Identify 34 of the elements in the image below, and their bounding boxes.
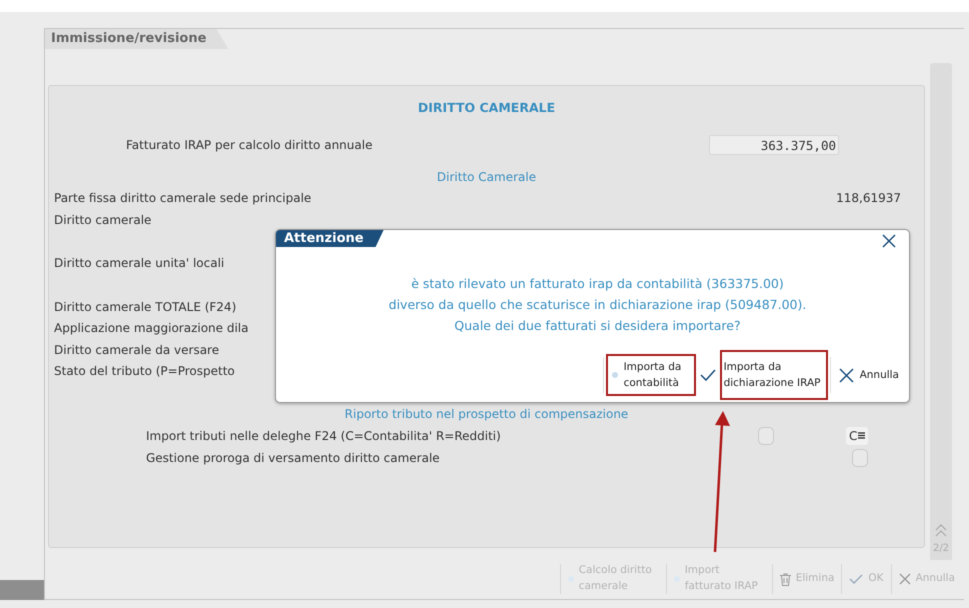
select-field[interactable]: C: [846, 426, 868, 444]
close-icon: [898, 573, 911, 585]
field-label: Diritto camerale da versare: [54, 342, 220, 358]
field-label: Stato del tributo (P=Prospetto: [54, 363, 235, 380]
dialog-message: è stato rilevato un fatturato irap da contabilità (363375.00) diverso da quello che scaturisce in dichiarazione irap (509487.00). Quale dei due fatturati si desidera importare?: [388, 275, 808, 335]
section-subtitle: Diritto Camerale: [436, 170, 538, 186]
close-icon[interactable]: [882, 234, 896, 248]
section-title: DIRITTO CAMERALE: [416, 100, 556, 116]
field-label: Diritto camerale TOTALE (F24): [54, 298, 236, 316]
check-icon[interactable]: [700, 368, 716, 382]
option-label: Import tributi nelle deleghe F24 (C=Contabilita' R=Redditi): [146, 428, 502, 442]
form-tab[interactable]: Immissione/revisione: [45, 29, 228, 49]
revenue-field[interactable]: 363.375,00: [709, 135, 839, 155]
dialog-title: Attenzione: [276, 230, 384, 247]
dialog-button[interactable]: Annulla: [832, 354, 905, 396]
trash-icon: [780, 572, 791, 586]
dialog-button[interactable]: Importa da dichiarazione IRAP: [720, 350, 828, 400]
check-icon: [849, 574, 864, 584]
dot-icon: [612, 372, 618, 378]
double-chevron-up-icon[interactable]: [935, 524, 947, 537]
checkbox[interactable]: [758, 426, 774, 444]
option-label: Gestione proroga di versamento diritto camerale: [146, 450, 441, 464]
field-label: Fatturato IRAP per calcolo diritto annuale: [126, 138, 374, 152]
field-label: Diritto camerale unita' locali: [54, 255, 224, 272]
list-icon: [858, 432, 866, 439]
section-subtitle: Riporto tributo nel prospetto di compensazione: [344, 406, 630, 422]
field-label: Diritto camerale: [54, 212, 152, 228]
field-label: Parte fissa diritto camerale sede principale: [54, 190, 312, 207]
dialog-button[interactable]: Importa da contabilità: [606, 354, 696, 396]
checkbox[interactable]: [852, 448, 868, 466]
close-icon: [838, 368, 854, 382]
field-value: 118,61937: [836, 190, 901, 207]
field-label: Applicazione maggiorazione dila: [54, 320, 248, 337]
panel-edge: [0, 580, 44, 600]
